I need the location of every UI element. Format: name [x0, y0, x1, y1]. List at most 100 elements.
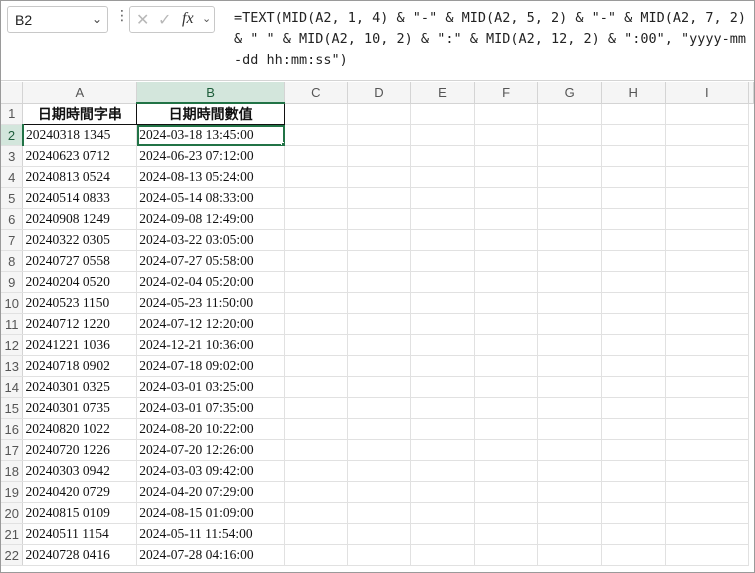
cell[interactable] [347, 229, 412, 251]
column-header-g[interactable]: G [537, 82, 602, 104]
cell-a[interactable]: 20240301 0735 [22, 397, 138, 419]
cell-a[interactable]: 20240511 1154 [22, 523, 138, 545]
cell[interactable] [601, 229, 666, 251]
cell[interactable] [284, 187, 348, 209]
cell[interactable] [474, 439, 539, 461]
cell[interactable] [474, 397, 539, 419]
column-header-f[interactable]: F [474, 82, 539, 104]
cell[interactable] [347, 397, 412, 419]
cell[interactable] [410, 124, 475, 146]
cell[interactable] [601, 334, 666, 356]
cell-b[interactable]: 2024-08-15 01:09:00 [136, 502, 285, 524]
cell[interactable] [347, 250, 412, 272]
cancel-icon[interactable]: ✕ [136, 10, 149, 29]
row-header[interactable]: 9 [1, 271, 24, 293]
cell[interactable] [284, 271, 348, 293]
cell[interactable] [474, 481, 539, 503]
cell-b[interactable]: 2024-09-08 12:49:00 [136, 208, 285, 230]
cell-b[interactable]: 2024-08-20 10:22:00 [136, 418, 285, 440]
cell[interactable] [410, 460, 475, 482]
cell[interactable] [537, 418, 602, 440]
cell-b[interactable]: 2024-05-11 11:54:00 [136, 523, 285, 545]
cell[interactable] [537, 124, 602, 146]
cell[interactable] [665, 397, 750, 419]
cell[interactable] [474, 250, 539, 272]
cell[interactable] [665, 334, 750, 356]
cell-a[interactable]: 20240815 0109 [22, 502, 138, 524]
cell[interactable] [347, 418, 412, 440]
cell[interactable] [410, 208, 475, 230]
cell[interactable] [601, 544, 666, 566]
cell[interactable] [347, 502, 412, 524]
cell-a[interactable]: 20240720 1226 [22, 439, 138, 461]
cell-a[interactable]: 20240322 0305 [22, 229, 138, 251]
cell[interactable] [347, 166, 412, 188]
cell-b[interactable]: 2024-03-22 03:05:00 [136, 229, 285, 251]
cell[interactable] [284, 334, 348, 356]
cell[interactable] [347, 271, 412, 293]
row-header[interactable]: 8 [1, 250, 24, 272]
cell[interactable] [474, 460, 539, 482]
cell[interactable] [474, 334, 539, 356]
cell-a[interactable]: 20240727 0558 [22, 250, 138, 272]
cell-a[interactable]: 20240813 0524 [22, 166, 138, 188]
cell-a1[interactable]: 日期時間字串 [22, 102, 138, 125]
row-header[interactable]: 21 [1, 523, 24, 545]
row-header[interactable]: 14 [1, 376, 24, 398]
cell[interactable] [537, 292, 602, 314]
cell[interactable] [284, 103, 348, 125]
cell[interactable] [537, 544, 602, 566]
cell-b1[interactable]: 日期時間數值 [136, 102, 285, 125]
cell[interactable] [410, 334, 475, 356]
cell[interactable] [347, 292, 412, 314]
cell[interactable] [347, 145, 412, 167]
cell[interactable] [474, 376, 539, 398]
cell-a[interactable]: 20240908 1249 [22, 208, 138, 230]
selected-cell-b2[interactable]: 2024-03-18 13:45:00 [136, 124, 285, 146]
select-all-corner[interactable] [1, 82, 24, 104]
cell[interactable] [537, 229, 602, 251]
cell[interactable] [474, 166, 539, 188]
cell[interactable] [284, 544, 348, 566]
cell[interactable] [347, 460, 412, 482]
cell[interactable] [537, 145, 602, 167]
cell[interactable] [347, 334, 412, 356]
cell[interactable] [474, 208, 539, 230]
cell[interactable] [410, 292, 475, 314]
check-icon[interactable]: ✓ [158, 10, 171, 29]
cell-b[interactable]: 2024-12-21 10:36:00 [136, 334, 285, 356]
row-header[interactable]: 16 [1, 418, 24, 440]
cell[interactable] [537, 502, 602, 524]
row-header[interactable]: 17 [1, 439, 24, 461]
cell-a[interactable]: 20240420 0729 [22, 481, 138, 503]
cell[interactable] [410, 439, 475, 461]
cell-a[interactable]: 20240301 0325 [22, 376, 138, 398]
cell-a[interactable]: 20240514 0833 [22, 187, 138, 209]
cell-b[interactable]: 2024-07-12 12:20:00 [136, 313, 285, 335]
cell-b[interactable]: 2024-05-14 08:33:00 [136, 187, 285, 209]
cell[interactable] [665, 481, 750, 503]
cell[interactable] [601, 502, 666, 524]
cell[interactable] [537, 187, 602, 209]
cell[interactable] [665, 292, 750, 314]
cell[interactable] [284, 313, 348, 335]
cell[interactable] [410, 103, 475, 125]
row-header[interactable]: 2 [1, 124, 24, 146]
column-header-c[interactable]: C [284, 82, 348, 104]
row-header[interactable]: 1 [1, 103, 24, 125]
cell[interactable] [601, 208, 666, 230]
cell[interactable] [474, 103, 539, 125]
cell[interactable] [474, 271, 539, 293]
cell[interactable] [665, 544, 750, 566]
cell[interactable] [537, 523, 602, 545]
cell[interactable] [601, 292, 666, 314]
cell[interactable] [347, 187, 412, 209]
cell[interactable] [347, 208, 412, 230]
cell[interactable] [284, 502, 348, 524]
row-header[interactable]: 18 [1, 460, 24, 482]
cell[interactable] [537, 439, 602, 461]
cell[interactable] [284, 229, 348, 251]
cell[interactable] [284, 439, 348, 461]
cell[interactable] [537, 250, 602, 272]
cell[interactable] [284, 292, 348, 314]
